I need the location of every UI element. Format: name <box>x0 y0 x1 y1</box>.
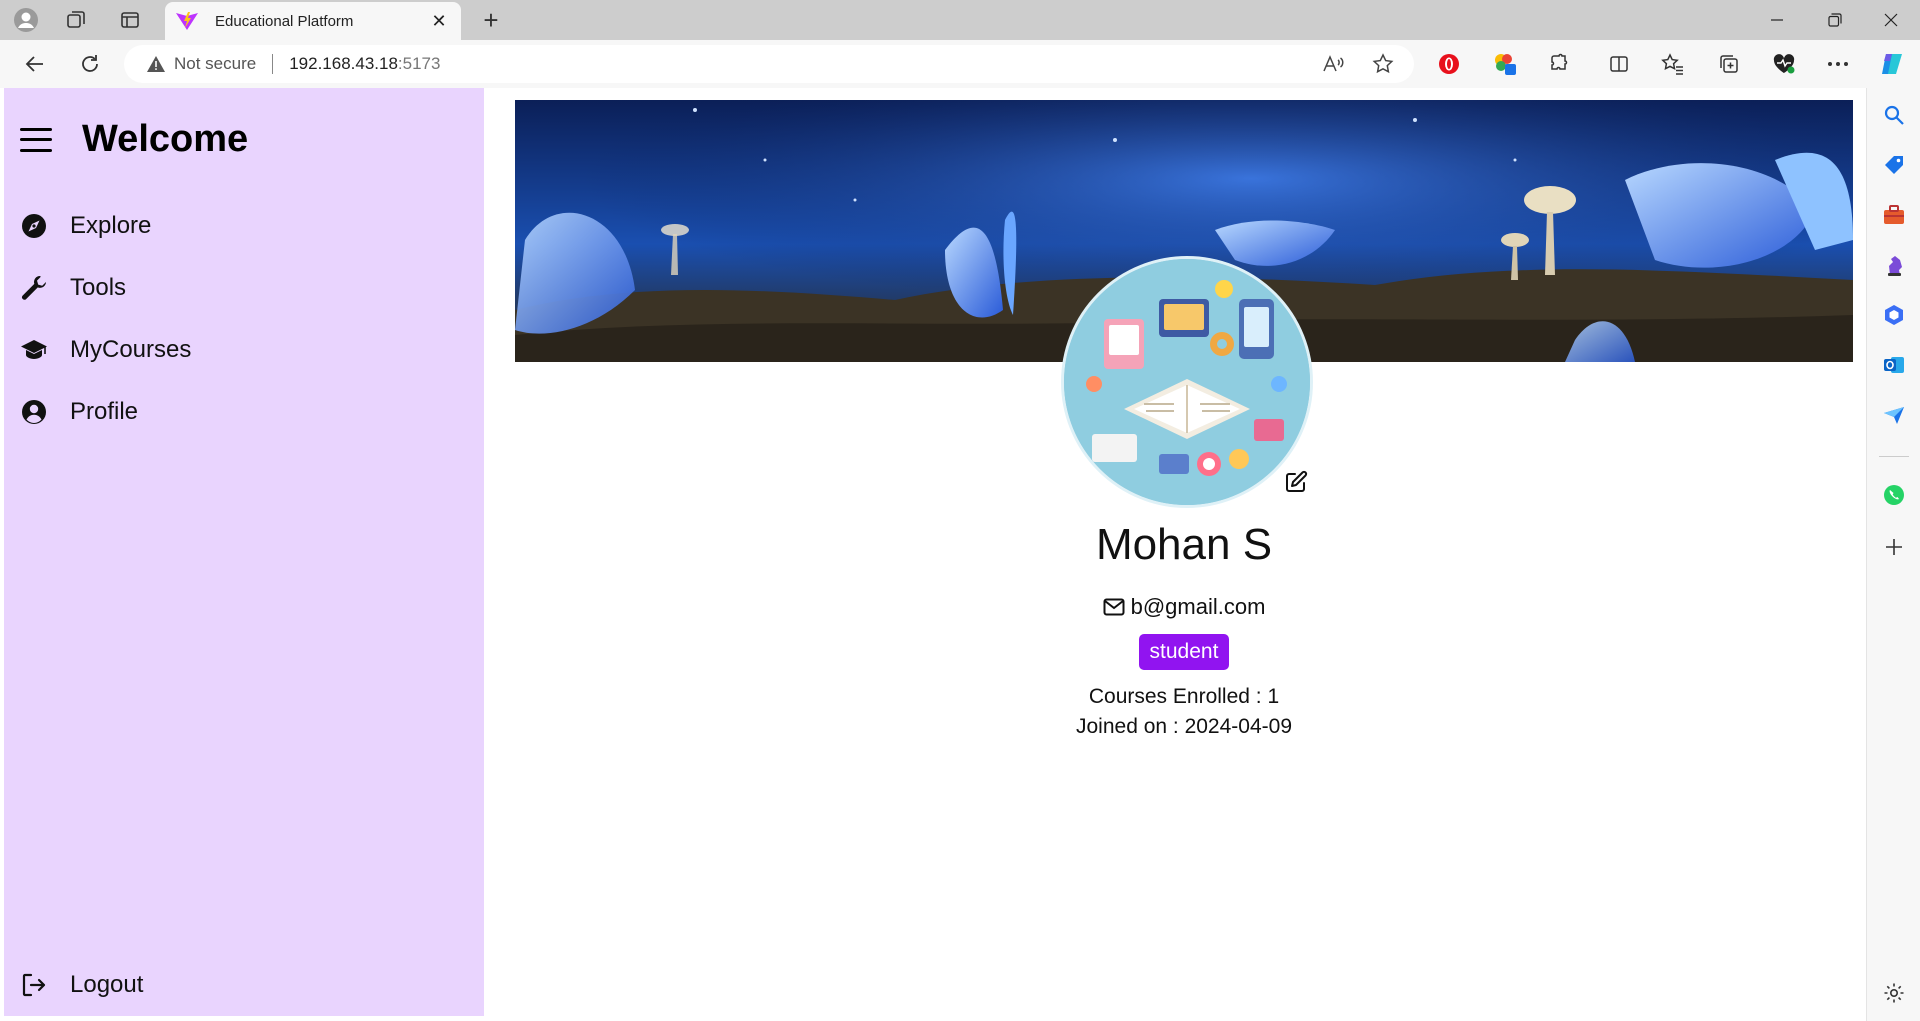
extensions-puzzle-icon[interactable] <box>1543 49 1575 79</box>
welcome-heading: Welcome <box>82 118 249 160</box>
favorite-star-icon[interactable] <box>1368 49 1398 79</box>
vertical-tabs-icon[interactable] <box>116 6 144 34</box>
web-page: Welcome Explore Tools MyCourses Profile <box>4 88 1866 1016</box>
outlook-icon[interactable] <box>1879 350 1909 380</box>
extension-colorful-icon[interactable] <box>1489 49 1521 79</box>
address-bar[interactable]: Not secure 192.168.43.18:5173 <box>124 45 1414 83</box>
profile-icon[interactable] <box>12 6 40 34</box>
microsoft-365-icon[interactable] <box>1879 300 1909 330</box>
sidebar-item-logout[interactable]: Logout <box>20 965 143 1005</box>
url-port: :5173 <box>397 54 441 73</box>
profile-email-text: b@gmail.com <box>1130 594 1266 619</box>
settings-gear-icon[interactable] <box>1879 978 1909 1008</box>
user-circle-icon <box>20 398 48 426</box>
sidebar-item-profile[interactable]: Profile <box>20 392 138 432</box>
drop-send-icon[interactable] <box>1879 400 1909 430</box>
security-label[interactable]: Not secure <box>174 54 256 74</box>
graduation-cap-icon <box>20 336 48 364</box>
profile-name: Mohan S <box>1095 520 1273 569</box>
joined-on-text: Joined on : 2024-04-09 <box>1076 715 1292 738</box>
minimize-icon[interactable] <box>1748 0 1806 40</box>
role-badge: student <box>1139 634 1229 670</box>
compass-icon <box>20 212 48 240</box>
restore-icon[interactable] <box>1806 0 1864 40</box>
vite-favicon-icon <box>176 12 198 30</box>
split-screen-icon[interactable] <box>1603 49 1635 79</box>
url-text[interactable]: 192.168.43.18:5173 <box>289 54 440 74</box>
sidebar-item-label: MyCourses <box>70 336 192 363</box>
add-sidebar-app-icon[interactable] <box>1879 532 1909 562</box>
sidebar-item-label: Tools <box>70 274 127 301</box>
refresh-icon[interactable] <box>73 48 107 80</box>
browser-tab[interactable]: Educational Platform ✕ <box>165 2 461 40</box>
whatsapp-icon[interactable] <box>1879 480 1909 510</box>
back-icon[interactable] <box>18 48 52 80</box>
profile-email: b@gmail.com <box>515 594 1853 620</box>
favorites-icon[interactable] <box>1657 49 1689 79</box>
edge-sidebar-separator <box>1879 456 1909 457</box>
sidebar-item-label: Explore <box>70 212 152 239</box>
sidebar-item-explore[interactable]: Explore <box>20 206 151 246</box>
logout-label: Logout <box>70 971 144 998</box>
tab-title: Educational Platform <box>215 12 354 30</box>
browser-essentials-icon[interactable] <box>1768 49 1800 79</box>
edit-avatar-icon[interactable] <box>1284 470 1308 494</box>
courses-enrolled-text: Courses Enrolled : 1 <box>1088 685 1280 708</box>
read-aloud-icon[interactable] <box>1318 49 1348 79</box>
close-window-icon[interactable] <box>1862 0 1920 40</box>
url-host: 192.168.43.18 <box>289 54 398 73</box>
wrench-icon <box>20 274 48 302</box>
tools-briefcase-icon[interactable] <box>1879 200 1909 230</box>
browser-toolbar: Not secure 192.168.43.18:5173 <box>0 40 1920 88</box>
sidebar-item-tools[interactable]: Tools <box>20 268 126 308</box>
new-tab-icon[interactable]: + <box>476 4 506 36</box>
sidebar-item-mycourses[interactable]: MyCourses <box>20 330 191 370</box>
warning-icon <box>147 56 165 72</box>
games-chess-icon[interactable] <box>1879 250 1909 280</box>
shopping-tag-icon[interactable] <box>1879 150 1909 180</box>
copilot-icon[interactable] <box>1876 49 1908 79</box>
logout-icon <box>20 971 48 999</box>
more-menu-icon[interactable] <box>1822 49 1854 79</box>
tab-close-icon[interactable]: ✕ <box>427 11 451 32</box>
hamburger-menu-icon[interactable] <box>20 126 52 154</box>
browser-tab-bar: Educational Platform ✕ + <box>0 0 1920 40</box>
sidebar-header: Welcome <box>20 118 248 161</box>
profile-avatar[interactable] <box>1061 256 1313 508</box>
workspaces-icon[interactable] <box>62 6 90 34</box>
envelope-icon <box>1103 598 1125 616</box>
opera-extension-icon[interactable] <box>1433 49 1465 79</box>
edge-sidebar <box>1866 88 1920 1021</box>
collections-icon[interactable] <box>1713 49 1745 79</box>
app-sidebar: Welcome Explore Tools MyCourses Profile <box>4 88 484 1016</box>
search-icon[interactable] <box>1879 100 1909 130</box>
sidebar-item-label: Profile <box>70 398 139 425</box>
address-separator <box>272 54 274 74</box>
